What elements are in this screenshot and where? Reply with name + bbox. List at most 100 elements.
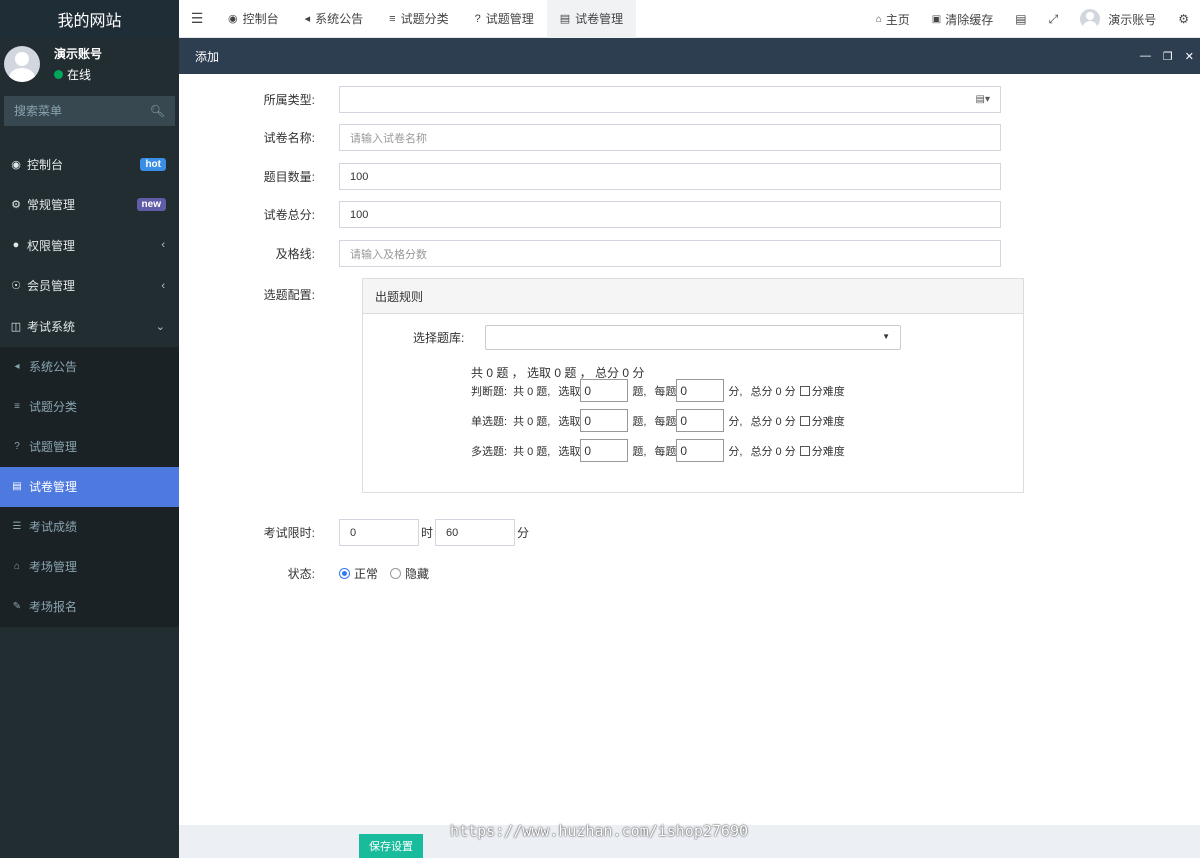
difficulty-checkbox[interactable] (799, 415, 810, 426)
tab-dashboard[interactable]: ◉ 控制台 (215, 0, 292, 38)
status-normal-radio[interactable] (339, 568, 350, 579)
rule-type: 判断题: (471, 385, 508, 398)
paper-name-input[interactable]: 请输入试卷名称 (339, 124, 1001, 151)
tab-label: 控制台 (242, 12, 279, 26)
avatar (1080, 9, 1101, 29)
sidebar-item-dashboard[interactable]: ◉ 控制台 hot (0, 144, 179, 185)
list-icon: ☰ (12, 521, 22, 532)
close-icon[interactable]: ✕ (1185, 50, 1194, 63)
tab-question-categories[interactable]: ≡ 试题分类 (376, 0, 461, 38)
sidebar-item-label: 系统公告 (29, 360, 78, 374)
question-count-input[interactable]: 100 (339, 163, 1001, 190)
minimize-icon[interactable]: — (1140, 50, 1151, 62)
hours-input[interactable]: 0 (339, 519, 419, 546)
top-navbar: ☰ ◉ 控制台 ◂ 系统公告 ≡ 试题分类 ? 试题管理 ▤ 试卷管理 ⌂ 主页 ▣ 清除缓存… (179, 0, 1200, 38)
pick-count-input[interactable]: 0 (580, 439, 629, 462)
fullscreen-icon[interactable]: ⤢ (1038, 12, 1070, 27)
rule-type: 单选题: (471, 415, 508, 428)
dashboard-icon: ◉ (11, 158, 21, 171)
question-bank-select[interactable]: ▼ (485, 325, 901, 350)
config-row: 选题配置: (179, 286, 339, 303)
user-menu[interactable]: 演示账号 (1069, 9, 1167, 29)
user-menu-label: 演示账号 (1108, 12, 1157, 27)
form-content: 所属类型: ▤▾ 试卷名称: 请输入试卷名称 题目数量: 100 试卷总分: 1… (179, 74, 1200, 825)
rule-unit: 分, (728, 445, 743, 458)
search-icon[interactable]: 🔍︎ (150, 104, 165, 118)
total-row: 试卷总分: 100 (179, 201, 1001, 228)
difficulty-checkbox[interactable] (799, 445, 810, 456)
type-select[interactable]: ▤▾ (339, 86, 1001, 113)
sidebar-item-question-management[interactable]: ? 试题管理 (0, 426, 179, 467)
volume-icon: ◂ (304, 13, 311, 25)
clear-cache-button[interactable]: ▣ 清除缓存 (921, 11, 1004, 28)
sidebar-item-announcements[interactable]: ◂ 系统公告 (0, 346, 179, 387)
total-label: 试卷总分: (263, 208, 315, 222)
hot-badge: hot (140, 157, 166, 171)
caret-down-icon: ▼ (882, 332, 890, 341)
align-left-icon: ≡ (14, 401, 20, 412)
chevron-left-icon: ‹ (161, 279, 165, 292)
sidebar-item-general[interactable]: ⚙ 常规管理 new (0, 185, 179, 226)
status-label: 状态: (287, 567, 315, 581)
watermark-text: https://www.huzhan.com/ishop27690 (450, 822, 749, 840)
pick-count-input[interactable]: 0 (580, 409, 629, 432)
sidebar-item-permissions[interactable]: ● 权限管理 ‹ (0, 225, 179, 266)
count-row: 题目数量: 100 (179, 163, 1001, 190)
time-label: 考试限时: (263, 526, 315, 540)
minutes-unit: 分 (517, 526, 530, 540)
sidebar: 我的网站 演示账号 在线 🔍︎ ◉ 控制台 hot ⚙ 常规管理 new ● 权… (0, 0, 179, 858)
home-link[interactable]: ⌂ 主页 (865, 11, 921, 28)
sidebar-item-question-categories[interactable]: ≡ 试题分类 (0, 386, 179, 427)
pick-count-input[interactable]: 0 (580, 379, 629, 402)
sidebar-search-input[interactable] (14, 104, 134, 118)
tab-announcements[interactable]: ◂ 系统公告 (292, 0, 377, 38)
difficulty-label: 分难度 (811, 445, 845, 458)
tab-label: 试题分类 (400, 12, 449, 26)
bank-label: 选择题库: (413, 331, 465, 345)
cogs-icon: ⚙ (11, 199, 21, 212)
status-hidden-radio[interactable] (390, 568, 402, 579)
maximize-icon[interactable]: ❐ (1163, 50, 1173, 63)
save-button[interactable]: 保存设置 (359, 834, 423, 858)
tab-paper-management[interactable]: ▤ 试卷管理 (546, 0, 637, 38)
online-dot-icon (54, 70, 63, 79)
config-label: 选题配置: (263, 288, 315, 302)
pass-score-input[interactable]: 请输入及格分数 (339, 240, 1001, 267)
rule-type: 多选题: (471, 445, 508, 458)
chevron-down-icon: ⌄ (155, 320, 165, 333)
name-label: 试卷名称: (263, 131, 315, 145)
sidebar-item-label: 权限管理 (27, 238, 76, 253)
tab-question-management[interactable]: ? 试题管理 (462, 0, 547, 38)
tab-label: 系统公告 (315, 12, 364, 26)
brand-logo[interactable]: 我的网站 (0, 0, 179, 38)
sidebar-item-paper-management[interactable]: ▤ 试卷管理 (0, 466, 179, 507)
sidebar-item-exam-results[interactable]: ☰ 考试成绩 (0, 506, 179, 547)
dialog-header: 添加 — ❐ ✕ (179, 38, 1200, 74)
pass-row: 及格线: 请输入及格分数 (179, 240, 1001, 267)
sidebar-item-members[interactable]: ☉ 会员管理 ‹ (0, 266, 179, 307)
settings-gear-icon[interactable]: ⚙ (1167, 12, 1200, 26)
language-icon[interactable]: ▤ (1004, 12, 1037, 26)
each-score-input[interactable]: 0 (676, 439, 725, 462)
user-status: 在线 (54, 66, 102, 83)
users-icon: ● (12, 239, 20, 252)
difficulty-checkbox[interactable] (799, 385, 810, 396)
each-score-input[interactable]: 0 (676, 409, 725, 432)
avatar (4, 46, 40, 82)
sidebar-item-exam-registration[interactable]: ✎ 考场报名 (0, 586, 179, 627)
list-dropdown-icon: ▤▾ (975, 94, 990, 105)
bank-row: 选择题库: ▼ (413, 325, 901, 350)
minutes-input[interactable]: 60 (435, 519, 516, 546)
difficulty-label: 分难度 (811, 385, 845, 398)
sidebar-search: 🔍︎ (4, 96, 175, 126)
count-label: 题目数量: (263, 170, 315, 184)
tab-label: 试卷管理 (575, 12, 624, 26)
each-score-input[interactable]: 0 (676, 379, 725, 402)
sidebar-item-exam-rooms[interactable]: ⌂ 考场管理 (0, 546, 179, 587)
sidebar-item-exam-system[interactable]: ◫ 考试系统 ⌄ (0, 306, 179, 347)
user-panel: 演示账号 在线 (0, 38, 179, 90)
menu-toggle-icon[interactable]: ☰ (179, 10, 215, 27)
total-score-input[interactable]: 100 (339, 201, 1001, 228)
sidebar-item-label: 试题分类 (29, 400, 78, 414)
type-label: 所属类型: (263, 93, 315, 107)
